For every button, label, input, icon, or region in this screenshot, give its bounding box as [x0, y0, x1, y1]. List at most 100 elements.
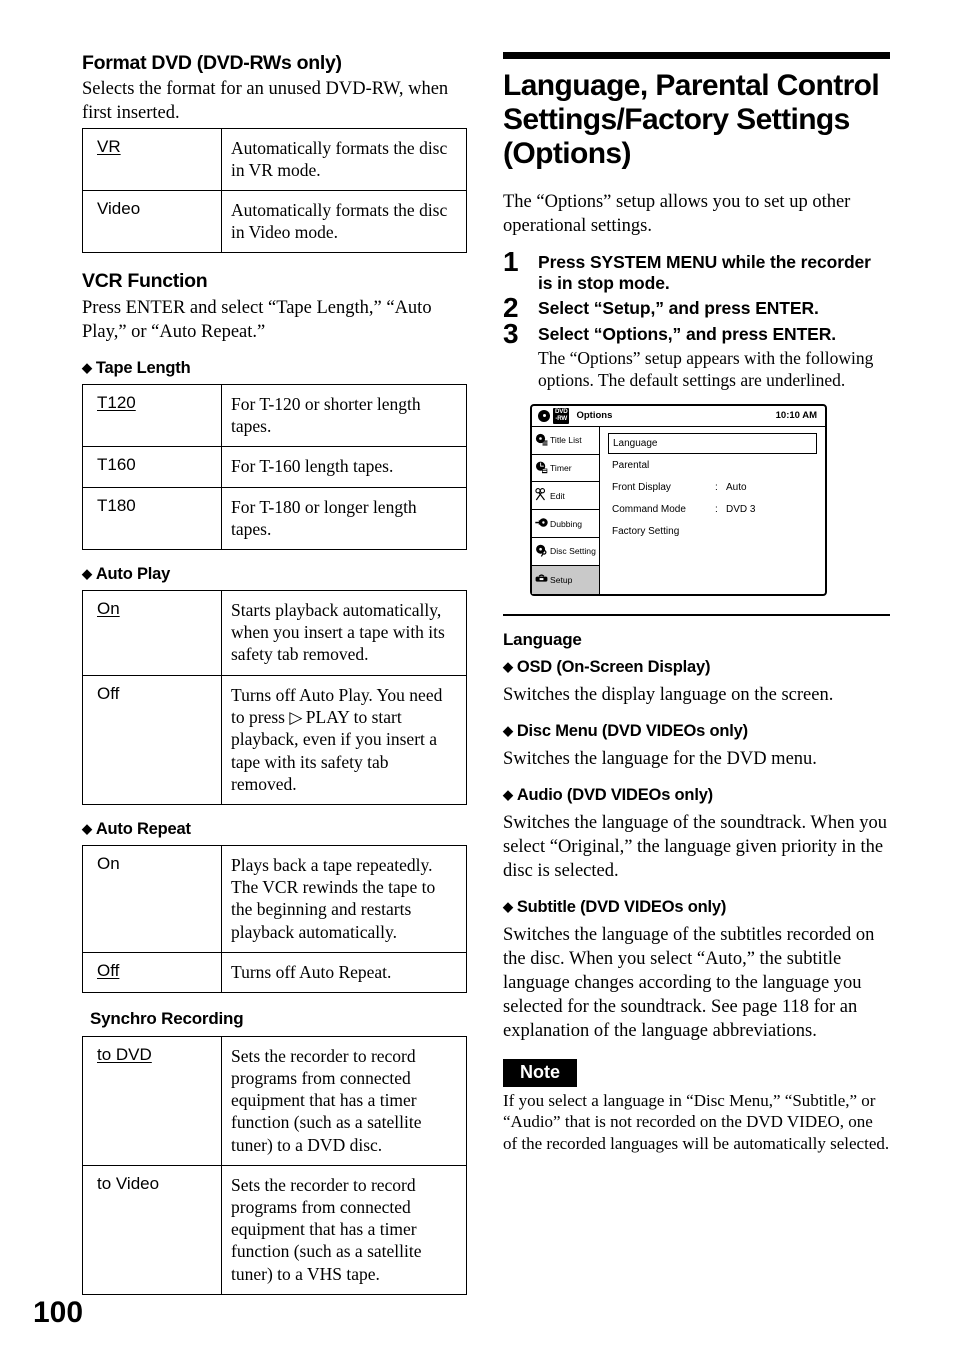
table-row: T120 For T-120 or shorter length tapes. [82, 383, 467, 448]
section-divider [503, 613, 890, 616]
table-cell-desc: Plays back a tape repeatedly. The VCR re… [221, 845, 467, 953]
audio-body-text: Switches the language of the soundtrack.… [503, 812, 887, 881]
osd-title: Options [576, 410, 613, 422]
vcr-function-intro: Press ENTER and select “Tape Length,” “A… [82, 297, 432, 342]
table-cell-key: Video [82, 189, 222, 254]
osd-clock: 10:10 AM [775, 410, 817, 422]
diamond-bullet-icon: ◆ [82, 565, 92, 581]
osd-menu-item-front-display[interactable]: Front Display : Auto [608, 477, 817, 499]
step-text: Select “Options,” and press ENTER. [538, 323, 837, 344]
osd-subheading: ◆ OSD (On-Screen Display) [503, 658, 890, 677]
format-dvd-heading: Format DVD (DVD-RWs only) [82, 52, 342, 74]
diamond-bullet-icon: ◆ [503, 786, 513, 802]
table-cell-desc: Turns off Auto Play. You need to press ▷… [221, 674, 467, 806]
left-column: Format DVD (DVD-RWs only) Selects the fo… [82, 52, 469, 1295]
option-key-label: VR [97, 136, 121, 156]
option-key-label: T120 [97, 392, 136, 412]
subtitle-subheading-label: Subtitle (DVD VIDEOs only) [516, 897, 727, 916]
table-row: T160 For T-160 length tapes. [82, 446, 467, 488]
sidebar-item-label: Setup [550, 574, 573, 585]
step-number: 1 [503, 245, 519, 277]
page-number: 100 [33, 1296, 84, 1329]
table-cell-key: Off [82, 674, 222, 806]
osd-subheading-label: OSD (On-Screen Display) [516, 657, 711, 676]
sidebar-item-timer[interactable]: Timer [532, 455, 599, 483]
right-column: Language, Parental Control Settings/Fact… [503, 52, 890, 1155]
auto-play-table: On Starts playback automatically, when y… [82, 589, 467, 806]
disc-wrench-icon [535, 544, 548, 559]
diamond-bullet-icon: ◆ [82, 359, 92, 375]
dubbing-arrow-disc-icon [535, 516, 548, 531]
osd-menu-item-parental[interactable]: Parental [608, 455, 817, 477]
osd-body: Title List Timer Edit Dubbing Disc Setti… [532, 426, 825, 594]
auto-play-heading: ◆ Auto Play [82, 565, 469, 584]
option-key-label: to DVD [97, 1044, 152, 1064]
table-cell-key: T180 [82, 486, 222, 550]
language-heading: Language [503, 630, 582, 649]
page-title: Language, Parental Control Settings/Fact… [503, 69, 880, 171]
sidebar-item-label: Dubbing [550, 518, 583, 529]
dvd-rw-badge-line2: -RW [555, 414, 568, 422]
disc-menu-subheading: ◆ Disc Menu (DVD VIDEOs only) [503, 722, 890, 741]
osd-titlebar: DVD -RW Options 10:10 AM [532, 406, 825, 427]
table-cell-desc: Automatically formats the disc in Video … [221, 189, 467, 254]
table-cell-key: VR [82, 127, 222, 191]
osd-menu-item-label: Front Display [612, 482, 671, 494]
scissors-icon [535, 488, 548, 503]
subtitle-body-text: Switches the language of the subtitles r… [503, 924, 875, 1041]
sidebar-item-label: Disc Setting [550, 546, 596, 557]
table-row: VR Automatically formats the disc in VR … [82, 127, 467, 191]
subtitle-subheading: ◆ Subtitle (DVD VIDEOs only) [503, 898, 890, 917]
table-cell-desc: Automatically formats the disc in VR mod… [221, 127, 467, 191]
step-text: Press SYSTEM MENU while the recorder is … [538, 251, 871, 293]
tape-length-label: Tape Length [95, 358, 191, 377]
sidebar-item-label: Edit [550, 490, 565, 501]
table-cell-key: to Video [82, 1164, 222, 1295]
options-intro: The “Options” setup allows you to set up… [503, 191, 851, 236]
format-dvd-intro: Selects the format for an unused DVD-RW,… [82, 79, 449, 124]
osd-menu-item-label: Factory Setting [612, 526, 680, 538]
step-3: 3 Select “Options,” and press ENTER. The… [503, 319, 890, 392]
section-rule-top [503, 52, 890, 59]
clock-icon [535, 461, 548, 476]
vcr-function-heading: VCR Function [82, 270, 208, 293]
toolbox-icon [535, 572, 548, 587]
sidebar-item-setup[interactable]: Setup [532, 565, 599, 594]
play-icon: ▷ [289, 707, 302, 727]
sidebar-item-label: Timer [550, 463, 572, 473]
step-1: 1 Press SYSTEM MENU while the recorder i… [503, 247, 890, 295]
osd-menu-list: Language Parental Front Display : Auto C… [600, 427, 825, 594]
osd-menu-item-language[interactable]: Language [608, 432, 817, 454]
sidebar-item-title-list[interactable]: Title List [532, 427, 599, 455]
diamond-bullet-icon: ◆ [503, 898, 513, 914]
sidebar-item-dubbing[interactable]: Dubbing [532, 510, 599, 538]
osd-menu-item-factory-setting[interactable]: Factory Setting [608, 521, 817, 543]
osd-screen: DVD -RW Options 10:10 AM Title List Time… [530, 403, 827, 596]
synchro-recording-heading: Synchro Recording [90, 1009, 244, 1029]
osd-menu-item-colon: : [715, 504, 718, 516]
table-row: On Starts playback automatically, when y… [82, 589, 467, 676]
sidebar-item-disc-setting[interactable]: Disc Setting [532, 538, 599, 566]
osd-menu-item-label: Language [613, 437, 658, 449]
table-row: Off Turns off Auto Play. You need to pre… [82, 674, 467, 806]
audio-subheading: ◆ Audio (DVD VIDEOs only) [503, 786, 890, 805]
osd-menu-item-command-mode[interactable]: Command Mode : DVD 3 [608, 499, 817, 521]
table-row: to Video Sets the recorder to record pro… [82, 1164, 467, 1295]
table-cell-key: T120 [82, 383, 222, 448]
disc-list-icon [535, 433, 548, 448]
auto-repeat-table: On Plays back a tape repeatedly. The VCR… [82, 845, 467, 994]
table-cell-key: T160 [82, 446, 222, 488]
table-row: On Plays back a tape repeatedly. The VCR… [82, 845, 467, 953]
table-cell-desc: For T-180 or longer length tapes. [221, 486, 467, 550]
table-cell-key: Off [82, 951, 222, 994]
diamond-bullet-icon: ◆ [503, 658, 513, 674]
table-cell-desc: For T-160 length tapes. [221, 446, 467, 488]
table-cell-desc: For T-120 or shorter length tapes. [221, 383, 467, 448]
table-cell-key: to DVD [82, 1035, 222, 1166]
diamond-bullet-icon: ◆ [82, 821, 92, 837]
table-cell-key: On [82, 845, 222, 953]
step-detail: The “Options” setup appears with the fol… [538, 348, 874, 391]
osd-body-text: Switches the display language on the scr… [503, 684, 834, 705]
table-row: Off Turns off Auto Repeat. [82, 951, 467, 994]
sidebar-item-edit[interactable]: Edit [532, 482, 599, 511]
